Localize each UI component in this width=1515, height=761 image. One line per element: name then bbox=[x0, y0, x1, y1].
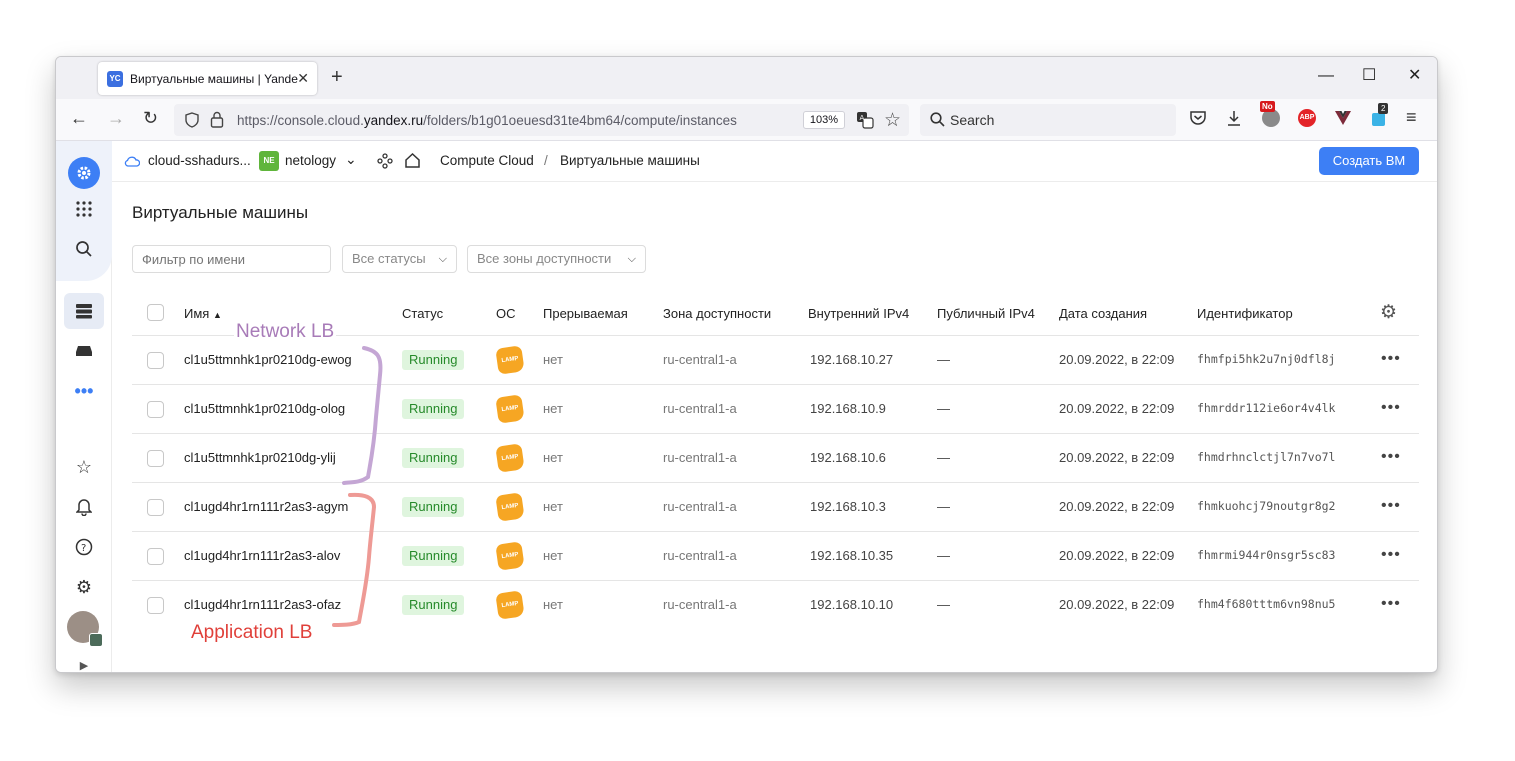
browser-window: YC Виртуальные машины | Yandex ✕ + — ☐ ✕… bbox=[55, 56, 1438, 673]
network-lb-annotation: Network LB bbox=[234, 321, 337, 343]
network-lb-bracket bbox=[342, 346, 383, 485]
annotation-brackets bbox=[332, 346, 383, 627]
application-lb-annotation: Application LB bbox=[191, 622, 313, 643]
application-lb-bracket bbox=[332, 492, 377, 627]
